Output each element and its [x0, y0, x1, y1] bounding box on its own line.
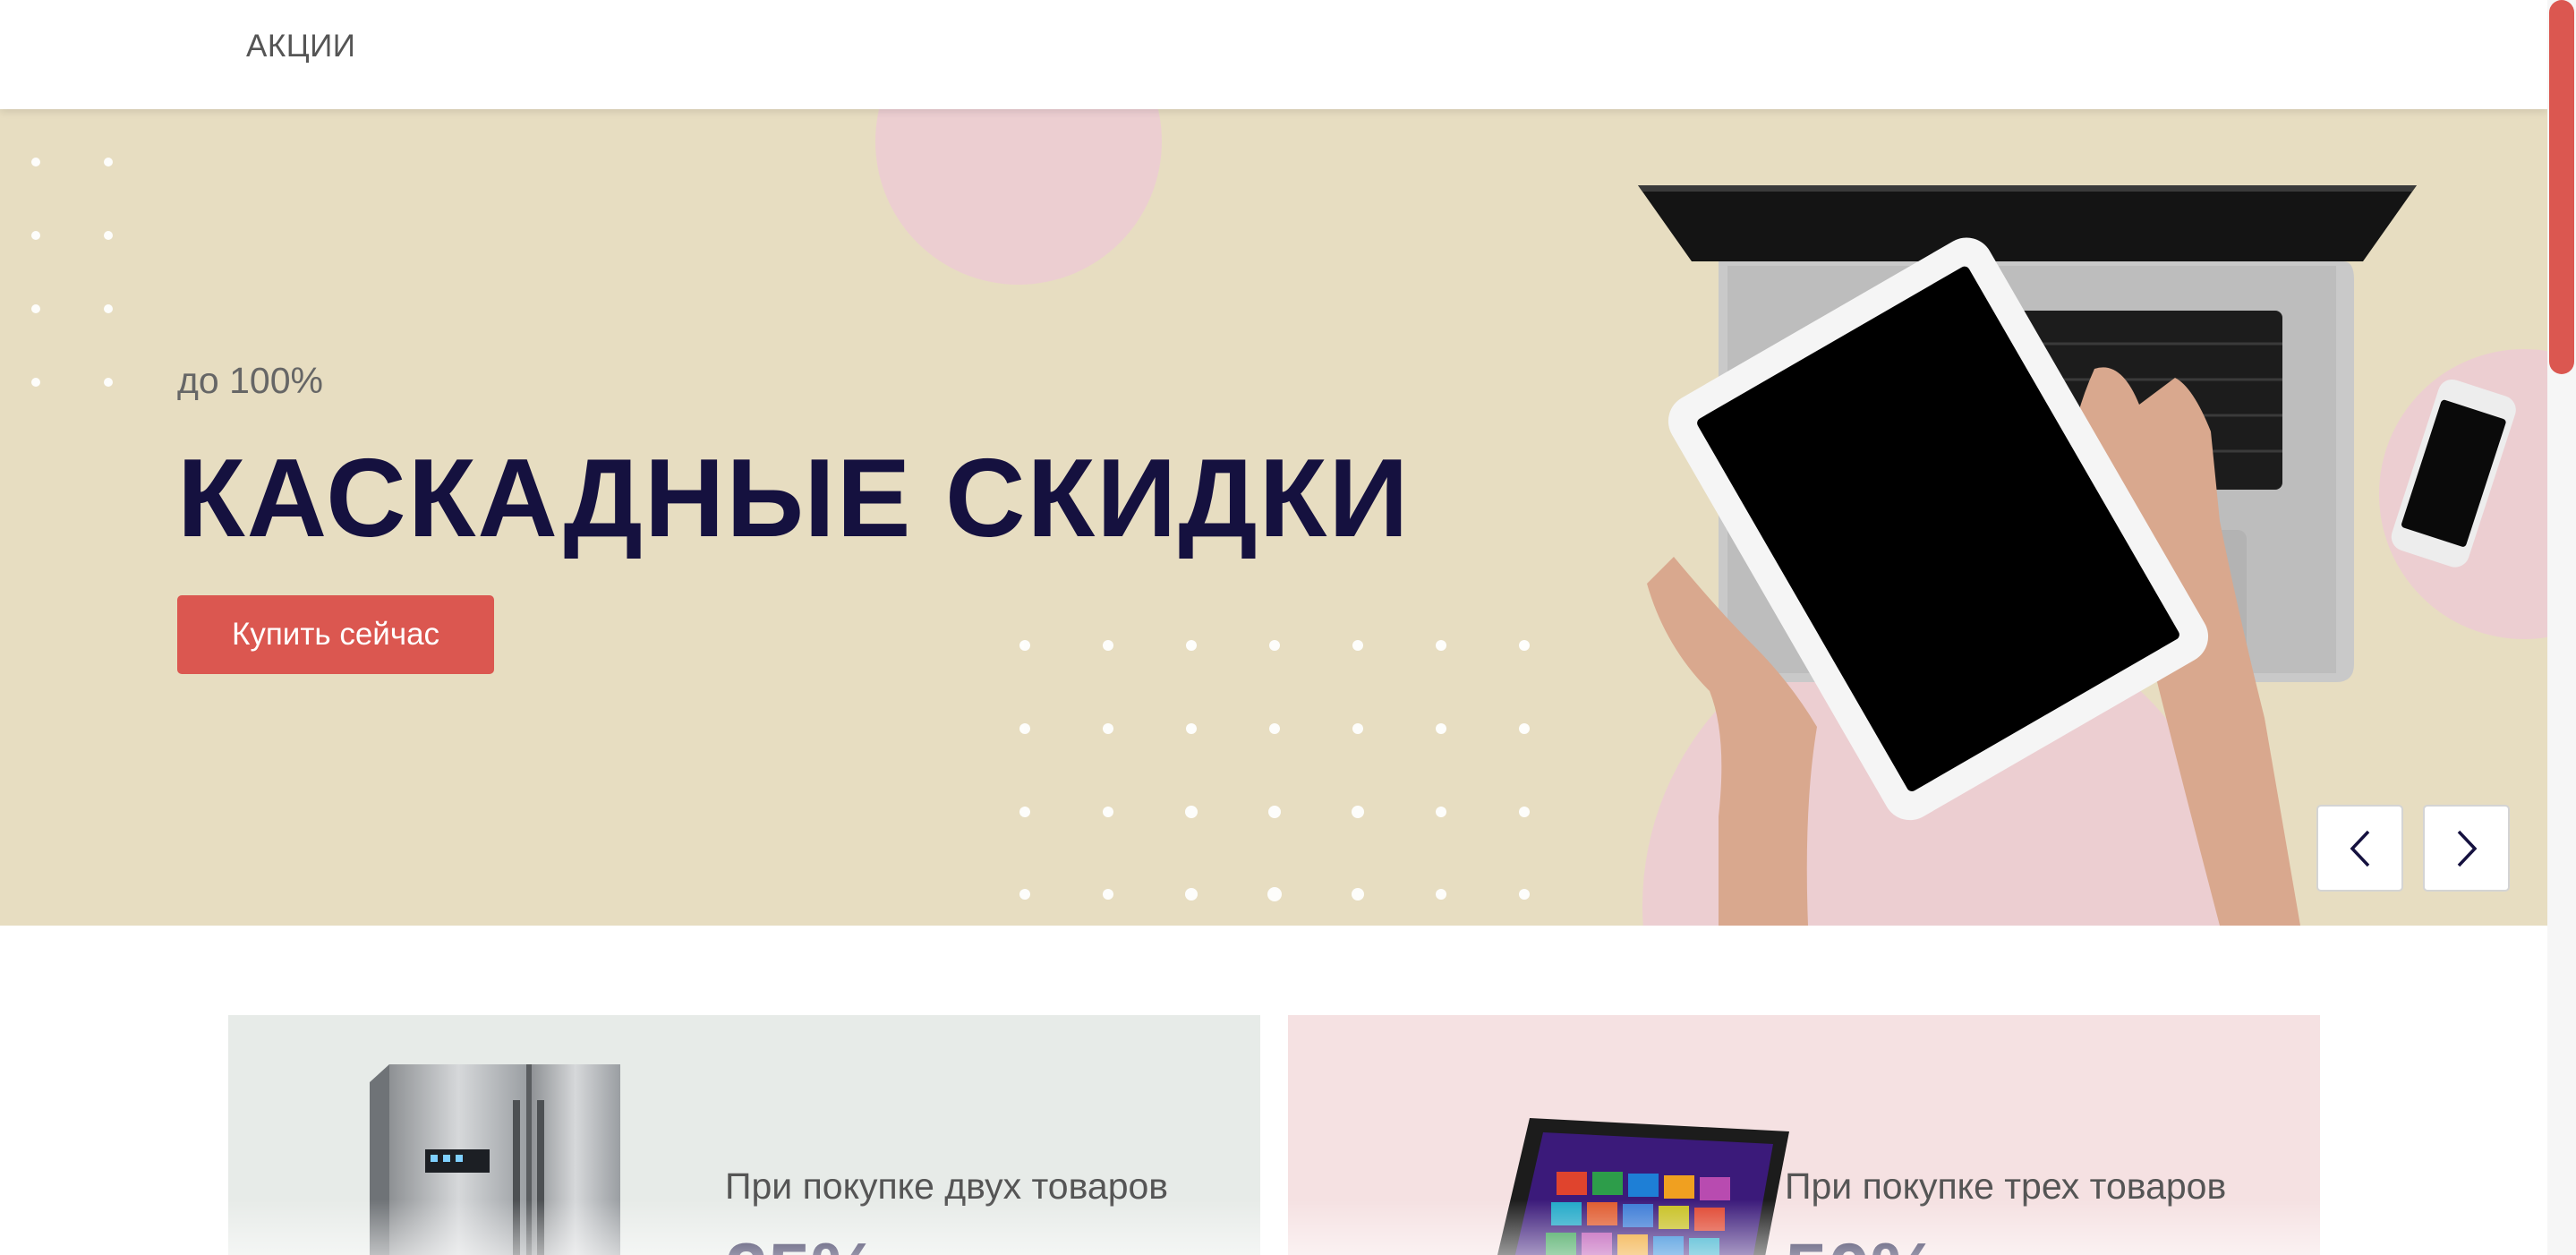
buy-now-button[interactable]: Купить сейчас [177, 595, 494, 674]
promo-discount-value: 25% [725, 1227, 879, 1255]
promo-condition: При покупке трех товаров [1785, 1165, 2227, 1207]
promo-discount-value: 50% [1785, 1227, 1939, 1255]
slider-prev-button[interactable] [2316, 805, 2403, 892]
site-header: АКЦИИ [0, 0, 2547, 109]
promo-condition: При покупке двух товаров [725, 1165, 1169, 1207]
promo-card-two-items[interactable]: При покупке двух товаров 25% [228, 1015, 1260, 1255]
promo-card-three-items[interactable]: При покупке трех товаров 50% [1288, 1015, 2320, 1255]
slider-next-button[interactable] [2423, 805, 2510, 892]
nav-link-promotions[interactable]: АКЦИИ [246, 29, 355, 64]
chevron-left-icon [2350, 830, 2369, 867]
hero-title: КАСКАДНЫЕ СКИДКИ [177, 437, 1411, 560]
chevron-right-icon [2457, 830, 2477, 867]
tablet-image [1497, 1118, 1789, 1255]
hero-product-image [1638, 185, 2516, 926]
refrigerator-image [370, 1064, 620, 1255]
page-scrollbar[interactable] [2547, 0, 2576, 1255]
hero-banner: до 100% КАСКАДНЫЕ СКИДКИ Купить сейчас [0, 109, 2547, 926]
hero-subtitle: до 100% [177, 360, 323, 401]
page: АКЦИИ до 100% КАСКАДНЫЕ СКИДКИ Купить се… [0, 0, 2547, 1255]
scrollbar-thumb[interactable] [2549, 0, 2574, 374]
